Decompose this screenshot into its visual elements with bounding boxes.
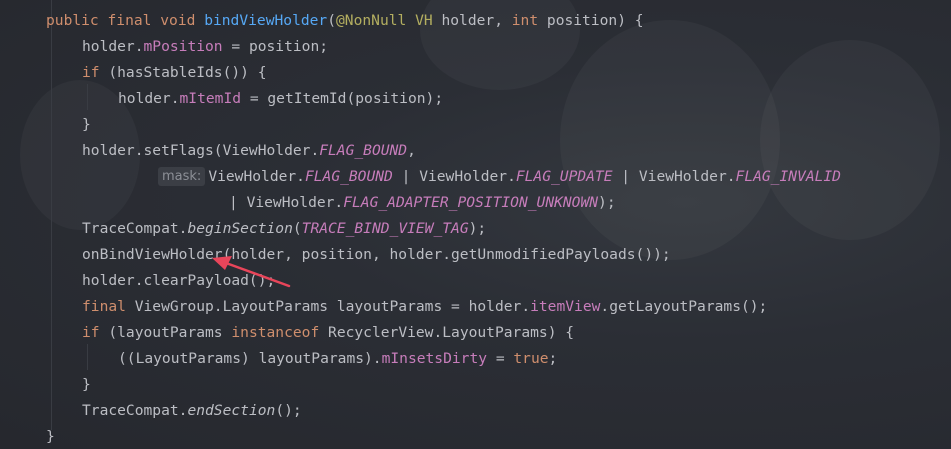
code-editor[interactable]: public final void bindViewHolder(@NonNul… bbox=[0, 0, 951, 449]
arrow-shaft bbox=[224, 261, 291, 288]
red-arrow-annotation bbox=[212, 256, 291, 288]
